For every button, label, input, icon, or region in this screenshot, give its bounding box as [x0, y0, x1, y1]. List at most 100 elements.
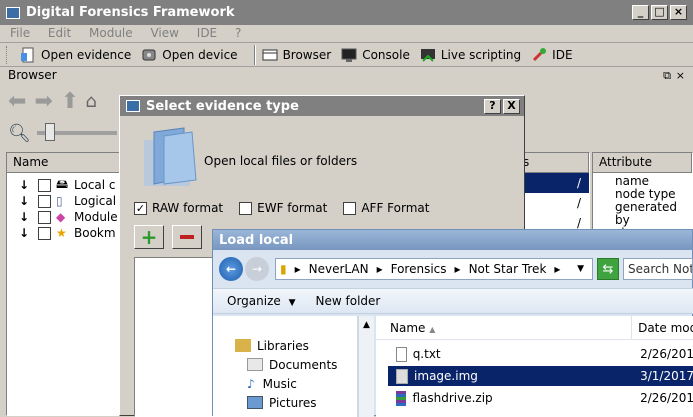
menu-edit[interactable]: Edit	[48, 26, 71, 40]
navigation-pane: Libraries Documents ♪ Music Pictures	[213, 316, 358, 417]
documents-icon	[247, 358, 263, 371]
tree-header[interactable]: Name	[7, 153, 121, 173]
zoom-bar: 🔍︎	[8, 120, 123, 146]
up-arrow-icon[interactable]: ⬆	[61, 89, 79, 114]
breadcrumb-item[interactable]: Forensics	[391, 262, 447, 276]
minimize-button[interactable]: _	[632, 5, 649, 20]
breadcrumb-chevron-icon[interactable]: ▸	[455, 262, 461, 276]
tree-checkbox[interactable]	[38, 210, 51, 224]
main-titlebar: Digital Forensics Framework _ □ ×	[0, 0, 693, 25]
toolbar: Open evidence Open device Browser Consol…	[0, 43, 693, 67]
nav-music[interactable]: ♪ Music	[235, 374, 357, 393]
search-input[interactable]: Search Not S	[623, 258, 693, 280]
tree-pane: Name ↓ 🖴 Local c ↓ ▯ Logical ↓ ◆ Module ↓ ★ Book…	[6, 152, 122, 416]
file-row[interactable]: image.img 3/1/2017	[388, 366, 693, 386]
browser-icon	[262, 47, 278, 63]
breadcrumb-item[interactable]: Not Star Trek	[469, 262, 547, 276]
open-device-button[interactable]: Open device	[141, 47, 238, 63]
tree-item[interactable]: ↓ ▯ Logical	[19, 193, 121, 209]
browser-button[interactable]: Browser	[262, 47, 331, 63]
name-column-header[interactable]: Name ▲	[376, 316, 633, 339]
aff-format-checkbox[interactable]	[343, 201, 357, 215]
sort-arrow-icon: ▲	[429, 325, 436, 334]
remove-button[interactable]	[172, 225, 202, 249]
live-scripting-button[interactable]: Live scripting	[420, 47, 521, 63]
star-icon: ★	[56, 226, 67, 240]
logical-icon: ▯	[56, 194, 63, 208]
back-button[interactable]: ←	[219, 257, 243, 281]
menu-help[interactable]: ?	[235, 26, 241, 40]
zoom-slider[interactable]	[36, 123, 117, 141]
open-evidence-button[interactable]: Open evidence	[20, 47, 131, 63]
ide-button[interactable]: IDE	[531, 47, 573, 63]
raw-format-checkbox[interactable]: ✓	[134, 201, 147, 215]
back-arrow-icon[interactable]: ⬅	[8, 89, 26, 114]
expand-arrow-icon[interactable]: ↓	[19, 194, 33, 208]
home-icon[interactable]: ⌂	[85, 91, 96, 112]
file-row[interactable]: flashdrive.zip 2/26/201	[376, 388, 693, 408]
load-dialog-title: Load local	[219, 232, 294, 248]
console-icon	[341, 47, 357, 63]
dock-close-icon[interactable]: ×	[676, 67, 685, 84]
dropdown-arrow-icon[interactable]: ▼	[577, 264, 584, 274]
file-row[interactable]: q.txt 2/26/201	[376, 344, 693, 364]
nav-pictures[interactable]: Pictures	[235, 393, 357, 412]
archive-icon	[396, 390, 407, 406]
plus-icon: +	[140, 225, 158, 249]
dialog-app-icon	[126, 100, 140, 112]
nav-scrollbar[interactable]: ▲	[358, 316, 374, 417]
date-column-header[interactable]: Date mod	[632, 316, 693, 339]
nav-libraries[interactable]: Libraries	[235, 336, 357, 355]
evidence-description: Open local files or folders	[204, 154, 358, 168]
menu-file[interactable]: File	[10, 26, 30, 40]
nav-documents[interactable]: Documents	[235, 355, 357, 374]
new-folder-button[interactable]: New folder	[316, 294, 381, 308]
module-icon: ◆	[56, 210, 66, 224]
music-icon: ♪	[247, 376, 255, 391]
breadcrumb-chevron-icon[interactable]: ▸	[295, 262, 301, 276]
file-list-header: Name ▲ Date mod	[376, 316, 693, 340]
menu-view[interactable]: View	[150, 26, 178, 40]
console-button[interactable]: Console	[341, 47, 410, 63]
attribute-item[interactable]: generated by	[615, 201, 692, 227]
breadcrumb-item[interactable]: NeverLAN	[309, 262, 369, 276]
organize-button[interactable]: Organize ▼	[227, 294, 296, 308]
help-button[interactable]: ?	[484, 98, 501, 114]
tree-checkbox[interactable]	[38, 178, 51, 192]
expand-arrow-icon[interactable]: ↓	[19, 226, 33, 240]
zoom-slider-handle[interactable]	[44, 123, 55, 141]
toolbar-separator	[253, 44, 256, 65]
tree-checkbox[interactable]	[38, 226, 51, 240]
expand-arrow-icon[interactable]: ↓	[19, 210, 33, 224]
attribute-header[interactable]: Attribute	[593, 153, 692, 173]
folder-icon: ▮	[280, 262, 287, 276]
scroll-up-arrow-icon[interactable]: ▲	[359, 316, 374, 330]
aff-format-label: AFF Format	[361, 201, 430, 215]
tree-item[interactable]: ↓ ★ Bookm	[19, 225, 121, 241]
load-dialog-titlebar: Load local	[213, 230, 692, 250]
breadcrumb-chevron-icon[interactable]: ▸	[554, 262, 560, 276]
raw-format-label: RAW format	[152, 201, 224, 215]
breadcrumb-chevron-icon[interactable]: ▸	[377, 262, 383, 276]
ewf-format-checkbox[interactable]	[239, 201, 253, 215]
menu-module[interactable]: Module	[89, 26, 133, 40]
browser-nav: ⬅ ➡ ⬆ ⌂	[8, 88, 128, 114]
browser-dock-header: Browser ⧉ ×	[0, 67, 693, 85]
app-icon	[6, 6, 20, 19]
folder-icon	[140, 126, 202, 193]
tree-item[interactable]: ↓ ◆ Module	[19, 209, 121, 225]
maximize-button[interactable]: □	[651, 5, 668, 20]
close-button[interactable]: ×	[670, 5, 687, 20]
menu-ide[interactable]: IDE	[197, 26, 217, 40]
tree-checkbox[interactable]	[38, 194, 51, 208]
evidence-list[interactable]	[134, 257, 220, 417]
dock-float-icon[interactable]: ⧉	[663, 67, 671, 84]
expand-arrow-icon[interactable]: ↓	[19, 178, 33, 192]
menu-bar: File Edit Module View IDE ?	[0, 25, 693, 43]
refresh-button[interactable]: ⇆	[597, 258, 619, 280]
forward-arrow-icon[interactable]: ➡	[34, 89, 52, 114]
dialog-close-button[interactable]: X	[503, 98, 520, 114]
tree-item[interactable]: ↓ 🖴 Local c	[19, 177, 121, 193]
forward-button[interactable]: →	[245, 257, 269, 281]
add-button[interactable]: +	[134, 225, 164, 249]
